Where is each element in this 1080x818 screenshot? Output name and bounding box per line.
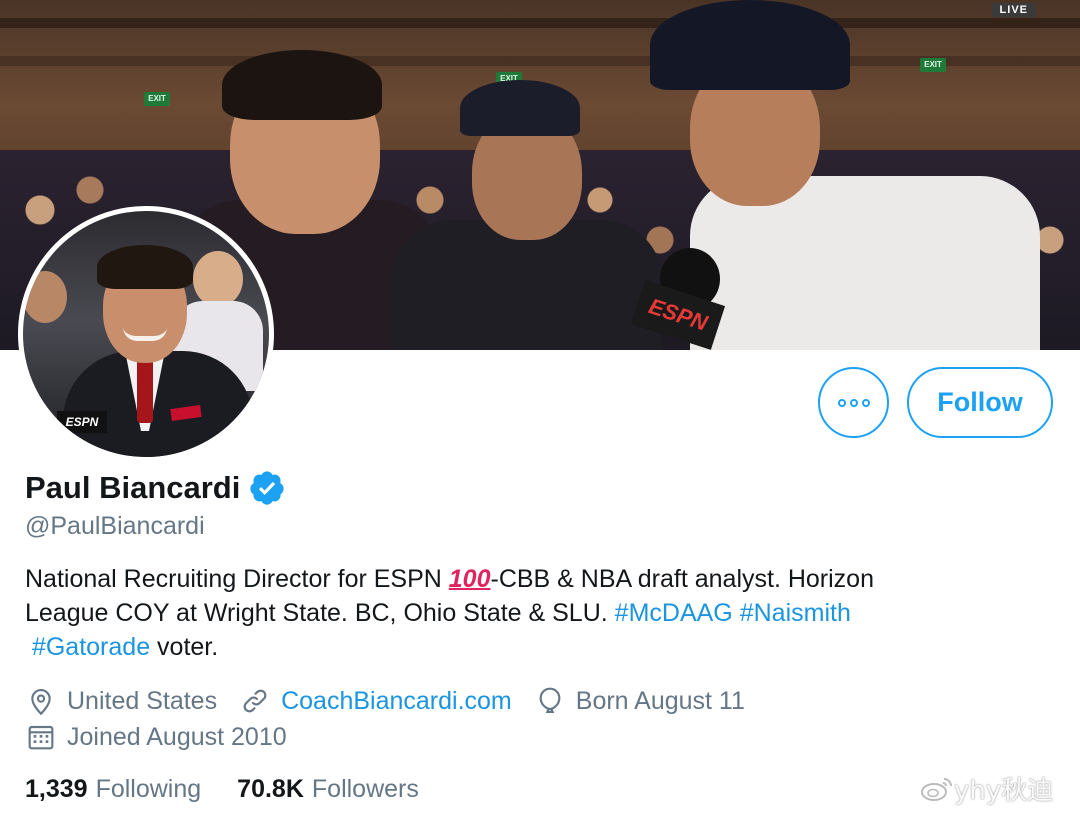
followers-count: 70.8K [237, 775, 304, 803]
website-link[interactable]: CoachBiancardi.com [281, 687, 512, 716]
profile-bio: National Recruiting Director for ESPN 10… [25, 562, 1045, 664]
profile-stats: 1,339 Following 70.8K Followers [25, 775, 455, 804]
location-text: United States [67, 686, 218, 715]
profile-location: United States [25, 685, 217, 717]
exit-sign: EXIT [144, 92, 170, 106]
more-dots-icon [861, 398, 870, 407]
more-dots-icon [837, 398, 846, 407]
display-name: Paul Biancardi [25, 470, 241, 505]
birthday-text: Born August 11 [575, 686, 745, 715]
profile-birthday: Born August 11 [534, 685, 745, 717]
following-label: Following [95, 775, 202, 803]
hashtag-link[interactable]: #McDAAG [615, 599, 733, 627]
hashtag-link[interactable]: #Naismith [740, 599, 851, 627]
location-pin-icon [31, 689, 51, 716]
live-badge: LIVE [991, 3, 1036, 17]
profile-name-row: Paul Biancardi [25, 468, 286, 508]
banner-rafter [0, 18, 1080, 28]
weibo-watermark: yhy秋迪 [920, 770, 1053, 807]
avatar-tie [137, 359, 153, 423]
avatar-hair [97, 245, 193, 289]
profile-joined: Joined August 2010 [25, 721, 287, 753]
verified-badge-icon [250, 471, 284, 505]
bio-text: National Recruiting Director for ESPN [25, 565, 449, 593]
exit-sign: EXIT [920, 58, 946, 72]
follow-button[interactable]: Follow [907, 367, 1053, 438]
bio-text: voter. [150, 633, 219, 661]
profile-meta-row: United States CoachBiancardi.com Born Au… [25, 685, 767, 717]
hashtag-link[interactable]: #Gatorade [32, 633, 150, 661]
followers-stat[interactable]: 70.8K Followers [237, 775, 419, 804]
calendar-icon [28, 725, 54, 750]
profile-avatar[interactable]: ESPN [18, 206, 274, 462]
avatar-espn-mic: ESPN [57, 411, 107, 433]
link-icon [243, 689, 267, 713]
banner-person-cap [650, 0, 850, 90]
more-dots-icon [849, 398, 858, 407]
avatar-bg-person [23, 271, 67, 323]
hundred-points-icon: 100 [448, 565, 491, 593]
balloon-icon [539, 687, 561, 713]
banner-person-hair [222, 50, 382, 120]
profile-website[interactable]: CoachBiancardi.com [239, 685, 512, 717]
profile-meta-row: Joined August 2010 [25, 721, 309, 753]
watermark-text: yhy秋迪 [954, 776, 1054, 806]
followers-label: Followers [311, 775, 419, 803]
profile-handle: @PaulBiancardi [25, 512, 205, 540]
bio-text: League COY at Wright State. BC, Ohio Sta… [25, 599, 615, 627]
avatar-bg-person [193, 251, 243, 307]
banner-rafter [0, 56, 1080, 66]
following-stat[interactable]: 1,339 Following [25, 775, 201, 804]
more-options-button[interactable] [818, 367, 889, 438]
following-count: 1,339 [25, 775, 88, 803]
bio-text: -CBB & NBA draft analyst. Horizon [490, 565, 874, 593]
joined-text: Joined August 2010 [67, 722, 287, 751]
weibo-logo-icon [921, 777, 952, 801]
banner-person-cap [460, 80, 580, 136]
